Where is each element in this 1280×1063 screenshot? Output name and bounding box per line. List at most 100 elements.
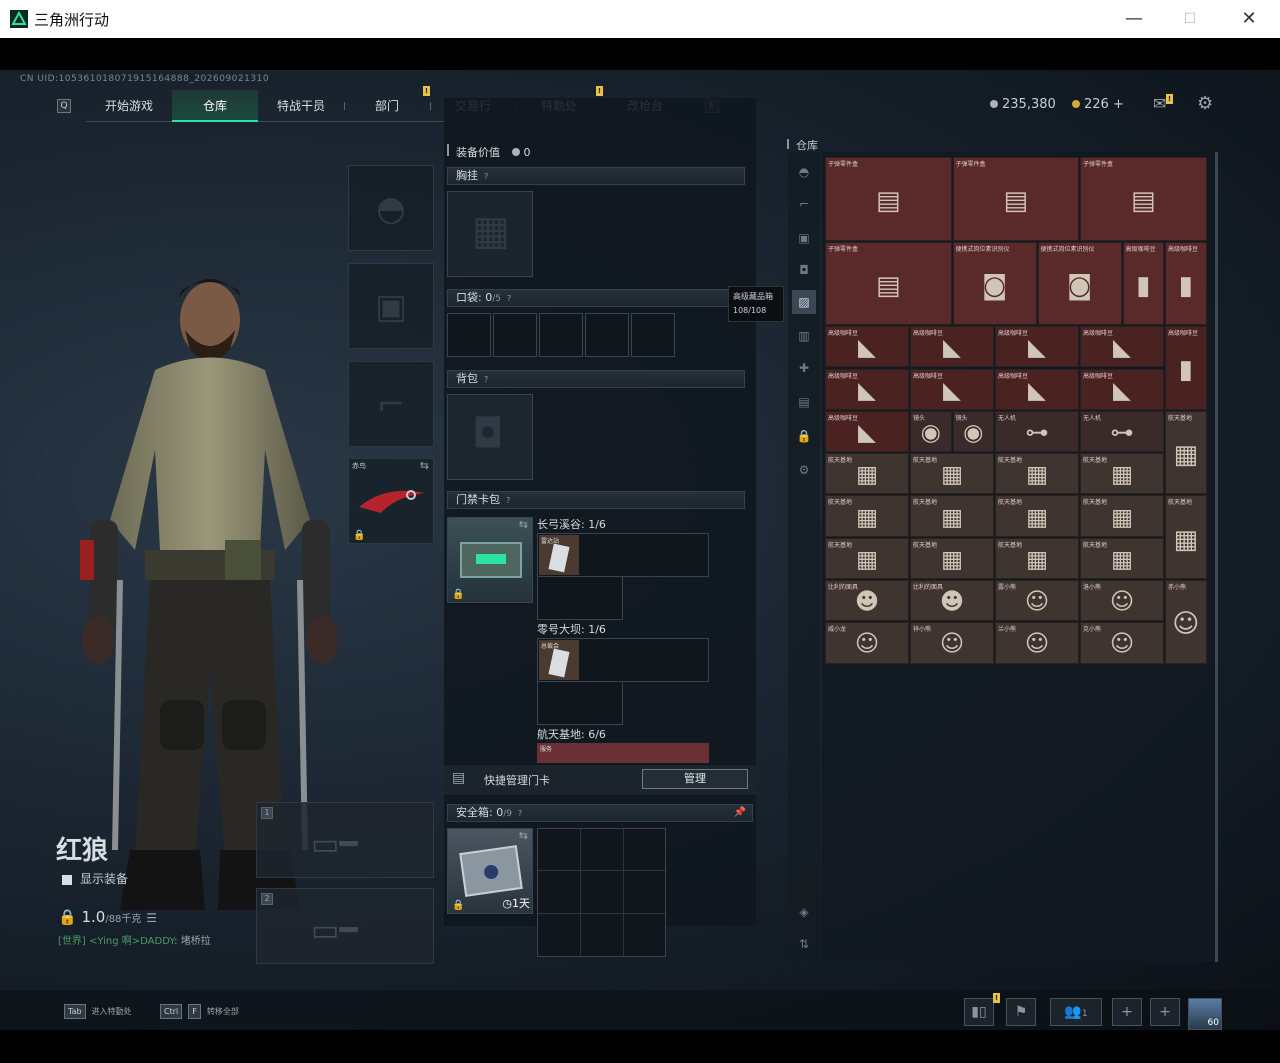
storage-item[interactable]: 便携式岗位素识别仪 ◙ bbox=[952, 241, 1037, 326]
primary-weapon-slot[interactable]: 1 ▭━ bbox=[256, 802, 434, 878]
melee-slot[interactable]: 赤鸟 ⇆ 🔒 bbox=[348, 458, 434, 544]
flag-icon[interactable]: ⚑ bbox=[1006, 998, 1036, 1026]
storage-item[interactable]: 兰小熊 ☺ bbox=[995, 622, 1079, 664]
storage-item[interactable]: 高级咖啡豆 ▮ bbox=[1165, 241, 1207, 326]
pocket-cell[interactable] bbox=[585, 313, 629, 357]
storage-item[interactable]: 航天基地 ▦ bbox=[910, 537, 994, 579]
add-currency-button[interactable]: + bbox=[1113, 97, 1124, 112]
storage-item[interactable]: 高级咖啡豆 ◣ bbox=[995, 368, 1079, 410]
storage-item[interactable]: 高级咖啡豆 ◣ bbox=[825, 368, 909, 410]
storage-item[interactable]: 洛小熊 ☺ bbox=[1080, 580, 1164, 622]
storage-item[interactable]: 航天基地 ▦ bbox=[825, 453, 909, 495]
storage-item[interactable]: 航天基地 ▦ bbox=[1080, 537, 1164, 579]
storage-filter-locked-icon[interactable]: 🔒 bbox=[792, 424, 816, 448]
armor-slot[interactable]: ▣ bbox=[348, 263, 434, 349]
storage-item[interactable]: 高级咖啡豆 ◣ bbox=[825, 410, 909, 453]
transfer-all-hint[interactable]: Ctrl F 转移全部 bbox=[160, 1004, 239, 1019]
list-icon[interactable]: ☰ bbox=[146, 911, 157, 925]
show-equipment-toggle[interactable]: 显示装备 bbox=[62, 870, 128, 887]
storage-item[interactable]: 航天基地 ▦ bbox=[995, 453, 1079, 495]
gold-currency[interactable]: 226 + bbox=[1072, 97, 1124, 112]
backpack-slot[interactable]: ◘ bbox=[447, 394, 533, 480]
tab-hint[interactable]: Tab 进入特勤处 bbox=[64, 1004, 132, 1019]
tab-department[interactable]: 部门 bbox=[344, 90, 430, 122]
storage-item[interactable]: 无人机 ⊶ bbox=[1080, 410, 1164, 453]
storage-filter-bag-icon[interactable]: ◘ bbox=[792, 258, 816, 282]
swap-icon[interactable]: ⇆ bbox=[420, 459, 429, 472]
safebox-grid[interactable] bbox=[537, 828, 666, 957]
storage-filter-collection-icon[interactable]: ▨ bbox=[792, 290, 816, 314]
maximize-button[interactable]: ☐ bbox=[1170, 6, 1210, 32]
storage-item[interactable]: 子弹零件盒 ▤ bbox=[825, 241, 952, 326]
keycard-case-slot[interactable]: ⇆ 🔒 bbox=[447, 517, 533, 603]
storage-item[interactable]: 航天基地 ▦ bbox=[910, 453, 994, 495]
keycard-item[interactable]: 总裁会 bbox=[539, 640, 579, 680]
stats-chart-icon[interactable]: ▮▯ bbox=[964, 998, 994, 1026]
storage-item[interactable]: 威小龙 ☺ bbox=[825, 622, 909, 664]
chest-rig-slot[interactable]: ▦ bbox=[447, 191, 533, 277]
pocket-cell[interactable] bbox=[493, 313, 537, 357]
team-button[interactable]: 👥1 bbox=[1050, 998, 1102, 1026]
storage-item[interactable]: 克小熊 ☺ bbox=[1080, 622, 1164, 664]
pistol-slot[interactable]: ⌐ bbox=[348, 361, 434, 447]
storage-item[interactable]: 镜头 ◉ bbox=[952, 410, 994, 453]
storage-item[interactable]: 祥小熊 ☺ bbox=[910, 622, 994, 664]
storage-item[interactable]: 高级咖啡豆 ◣ bbox=[1080, 368, 1164, 410]
storage-item[interactable]: 无人机 ⊶ bbox=[995, 410, 1079, 453]
mail-icon[interactable]: ✉ bbox=[1153, 94, 1166, 113]
help-icon[interactable]: ? bbox=[518, 809, 522, 818]
helmet-slot[interactable]: ◓ bbox=[348, 165, 434, 251]
storage-item[interactable]: 高级咖啡豆 ▮ bbox=[1165, 326, 1207, 410]
storage-item[interactable]: 镜头 ◉ bbox=[910, 410, 952, 453]
swap-icon[interactable]: ⇆ bbox=[519, 829, 528, 842]
tab-warehouse[interactable]: 仓库 bbox=[172, 90, 258, 122]
add-teammate-button[interactable]: + bbox=[1112, 998, 1142, 1026]
storage-item[interactable]: 航天基地 ▦ bbox=[995, 537, 1079, 579]
storage-item[interactable]: 子弹零件盒 ▤ bbox=[952, 157, 1079, 241]
storage-item[interactable]: 航天基地 ▦ bbox=[995, 495, 1079, 537]
safebox-slot[interactable]: ⇆ 🔒 ◷1天 bbox=[447, 828, 533, 914]
storage-item[interactable]: 高级咖啡豆 ◣ bbox=[825, 326, 909, 368]
secondary-weapon-slot[interactable]: 2 ▭━ bbox=[256, 888, 434, 964]
swap-icon[interactable]: ⇆ bbox=[519, 518, 528, 531]
storage-filter-medical-icon[interactable]: ✚ bbox=[792, 356, 816, 380]
storage-item[interactable]: 高级咖啡豆 ▮ bbox=[1122, 241, 1164, 326]
keycard-item[interactable]: 雷达站 bbox=[539, 535, 579, 575]
storage-item[interactable]: 比利的面具 ☻ bbox=[910, 580, 994, 622]
help-icon[interactable]: ? bbox=[484, 172, 488, 181]
pin-icon[interactable]: 📌 bbox=[734, 805, 746, 821]
storage-item[interactable]: 航天基地 ▦ bbox=[1080, 495, 1164, 537]
storage-item[interactable]: 赤小熊 ☺ bbox=[1165, 580, 1207, 664]
help-icon[interactable]: ? bbox=[506, 496, 510, 505]
tab-start-game[interactable]: 开始游戏 bbox=[86, 90, 172, 122]
storage-item[interactable]: 子弹零件盒 ▤ bbox=[825, 157, 952, 241]
storage-item[interactable]: 航天基地 ▦ bbox=[1080, 453, 1164, 495]
storage-filter-misc-icon[interactable]: ▤ bbox=[792, 390, 816, 414]
close-button[interactable]: ✕ bbox=[1229, 6, 1269, 32]
storage-layers-icon[interactable]: ◈ bbox=[792, 900, 816, 924]
add-teammate-button[interactable]: + bbox=[1150, 998, 1180, 1026]
pocket-cell[interactable] bbox=[447, 313, 491, 357]
storage-item[interactable]: 便携式岗位素识别仪 ◙ bbox=[1037, 241, 1122, 326]
pocket-cell[interactable] bbox=[631, 313, 675, 357]
keycard-grid[interactable] bbox=[537, 576, 623, 620]
pocket-cell[interactable] bbox=[539, 313, 583, 357]
nav-prev-key[interactable]: Q bbox=[57, 99, 71, 113]
storage-item[interactable]: 比利的面具 ☻ bbox=[825, 580, 909, 622]
keycard-row[interactable]: 服务 bbox=[537, 743, 709, 763]
storage-item[interactable]: 子弹零件盒 ▤ bbox=[1080, 157, 1207, 241]
checkbox[interactable] bbox=[62, 874, 72, 885]
storage-item[interactable]: 航天基地 ▦ bbox=[825, 537, 909, 579]
storage-item[interactable]: 高级咖啡豆 ◣ bbox=[1080, 326, 1164, 368]
storage-sort-icon[interactable]: ⇅ bbox=[792, 932, 816, 956]
storage-item[interactable]: 高级咖啡豆 ◣ bbox=[995, 326, 1079, 368]
storage-filter-helmet-icon[interactable]: ◓ bbox=[792, 160, 816, 184]
storage-filter-weapon-icon[interactable]: ⌐ bbox=[792, 192, 816, 216]
storage-item[interactable]: 高级咖啡豆 ◣ bbox=[910, 368, 994, 410]
storage-item[interactable]: 航天基地 ▦ bbox=[1165, 410, 1207, 495]
manage-button[interactable]: 管理 bbox=[642, 769, 748, 789]
storage-filter-settings-icon[interactable]: ⚙ bbox=[792, 458, 816, 482]
player-avatar[interactable]: 60 bbox=[1188, 998, 1222, 1030]
storage-filter-ammo-icon[interactable]: ▥ bbox=[792, 324, 816, 348]
help-icon[interactable]: ? bbox=[507, 294, 511, 303]
